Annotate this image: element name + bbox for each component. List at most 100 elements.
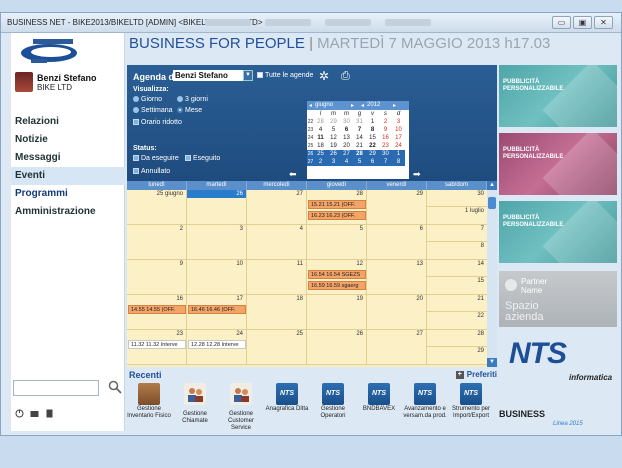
mc-day[interactable]: 1	[392, 150, 405, 158]
mc-day[interactable]: 29	[366, 150, 379, 158]
mini-calendar-year[interactable]: 2012	[367, 102, 380, 108]
event-item[interactable]: 11.32 11.32 Interve	[128, 340, 186, 349]
day-cell[interactable]: 12 16.54 16.54 SGEZS 16.59 16.59 sgaerg	[307, 260, 367, 294]
mc-day[interactable]: 25	[314, 150, 327, 158]
da-eseguire-checkbox[interactable]: Da eseguire	[133, 155, 179, 162]
recent-item[interactable]: NTS Gestione Operatori	[311, 383, 355, 420]
mini-calendar-month[interactable]: giugno	[315, 102, 333, 108]
sidebar-item-programmi[interactable]: Programmi	[11, 185, 125, 203]
day-cell[interactable]: 24 12.28 12.28 Interve	[187, 330, 247, 364]
radio-3giorni[interactable]: 3 giorni	[177, 96, 208, 103]
scroll-up-icon[interactable]: ▲	[487, 181, 497, 190]
mc-day[interactable]: 8	[366, 126, 379, 134]
day-cell[interactable]: 23 11.32 11.32 Interve	[127, 330, 187, 364]
radio-settimana[interactable]: Settimana	[133, 107, 173, 114]
ad-tile[interactable]: PUBBLICITÀ PERSONALIZZABILE	[499, 65, 617, 127]
event-item[interactable]: 16.23 16.23 (OFF.	[308, 211, 366, 220]
mc-day[interactable]: 28	[314, 118, 327, 126]
day-cell[interactable]: 29	[427, 347, 487, 364]
mc-day[interactable]: 4	[340, 158, 353, 166]
day-cell[interactable]: 27	[247, 190, 307, 224]
power-icon[interactable]	[15, 409, 24, 418]
mc-day[interactable]: 13	[340, 134, 353, 142]
close-button[interactable]: ✕	[594, 16, 613, 29]
day-cell[interactable]: 5	[307, 225, 367, 259]
radio-mese[interactable]: Mese	[177, 107, 202, 114]
mc-day[interactable]: 3	[327, 158, 340, 166]
day-cell[interactable]: 25	[247, 330, 307, 364]
recent-item[interactable]: NTS Avanzamento e versam.da prod.	[403, 383, 447, 420]
day-cell[interactable]: 13	[367, 260, 427, 294]
folder-icon[interactable]	[30, 409, 39, 418]
mc-day[interactable]: 24	[392, 142, 405, 150]
mc-day[interactable]: 2	[314, 158, 327, 166]
day-cell[interactable]: 19	[307, 295, 367, 329]
mc-day[interactable]: 10	[392, 126, 405, 134]
prev-arrow-icon[interactable]: ⬅	[289, 169, 297, 180]
day-cell[interactable]: 9	[127, 260, 187, 294]
scroll-thumb[interactable]	[488, 197, 496, 209]
recent-item[interactable]: Gestione Inventario Fisico	[127, 383, 171, 420]
day-cell[interactable]: 17 16.46 16.46 (OFF.	[187, 295, 247, 329]
day-cell[interactable]: 6	[367, 225, 427, 259]
mc-day[interactable]: 23	[379, 142, 392, 150]
ad-tile[interactable]: PUBBLICITÀ PERSONALIZZABILE	[499, 133, 617, 195]
sidebar-item-eventi[interactable]: Eventi	[11, 167, 125, 185]
day-cell[interactable]: 28	[427, 330, 487, 347]
recent-item[interactable]: NTS Strumento per Import/Export	[449, 383, 493, 420]
mc-day[interactable]: 14	[353, 134, 366, 142]
search-input[interactable]	[13, 380, 99, 396]
mc-day[interactable]: 20	[340, 142, 353, 150]
printer-icon[interactable]: ⎙	[341, 70, 353, 82]
next-arrow-icon[interactable]: ➡	[413, 169, 421, 180]
day-cell[interactable]: 22	[427, 312, 487, 329]
sidebar-item-notizie[interactable]: Notizie	[11, 131, 125, 149]
recent-item[interactable]: NTS Anagrafica Ditta	[265, 383, 309, 413]
mc-day[interactable]: 27	[340, 150, 353, 158]
mc-day[interactable]: 5	[353, 158, 366, 166]
ad-tile[interactable]: PUBBLICITÀ PERSONALIZZABILE	[499, 201, 617, 263]
event-item[interactable]: 16.59 16.59 sgaerg	[308, 281, 366, 290]
day-cell[interactable]: 7	[427, 225, 487, 242]
mc-day[interactable]: 4	[314, 126, 327, 134]
mc-day[interactable]: 7	[353, 126, 366, 134]
mc-day[interactable]: 6	[366, 158, 379, 166]
search-icon[interactable]	[107, 379, 123, 395]
day-cell[interactable]: 14	[427, 260, 487, 277]
day-cell[interactable]: 28 15.21 15.21 (OFF. 16.23 16.23 (OFF.	[307, 190, 367, 224]
mc-day[interactable]: 18	[314, 142, 327, 150]
prev-year-icon[interactable]: ◂	[361, 102, 364, 109]
user-box[interactable]: Benzi Stefano BIKE LTD	[13, 72, 123, 100]
day-cell[interactable]: 18	[247, 295, 307, 329]
mc-day[interactable]: 5	[327, 126, 340, 134]
event-item[interactable]: 16.46 16.46 (OFF.	[188, 305, 246, 314]
day-cell[interactable]: 2	[127, 225, 187, 259]
day-cell[interactable]: 20	[367, 295, 427, 329]
mc-day[interactable]: 7	[379, 158, 392, 166]
mc-day[interactable]: 15	[366, 134, 379, 142]
tutte-le-agende-checkbox[interactable]: Tutte le agende	[257, 72, 313, 79]
mc-day[interactable]: 22	[366, 142, 379, 150]
recent-item[interactable]: NTS BNDBAVEX	[357, 383, 401, 413]
event-item[interactable]: 15.21 15.21 (OFF.	[308, 200, 366, 209]
mc-day[interactable]: 16	[379, 134, 392, 142]
next-month-icon[interactable]: ▸	[351, 102, 354, 109]
day-cell[interactable]: 8	[427, 242, 487, 259]
orario-ridotto-checkbox[interactable]: Orario ridotto	[133, 119, 182, 126]
day-cell[interactable]: 27	[367, 330, 427, 364]
day-cell[interactable]: 11	[247, 260, 307, 294]
mc-day[interactable]: 17	[392, 134, 405, 142]
mc-day[interactable]: 1	[366, 118, 379, 126]
day-cell[interactable]: 15	[427, 277, 487, 294]
chevron-down-icon[interactable]: ▼	[243, 70, 253, 81]
sidebar-item-messaggi[interactable]: Messaggi	[11, 149, 125, 167]
eseguito-checkbox[interactable]: Eseguito	[185, 155, 220, 162]
prev-month-icon[interactable]: ◂	[309, 102, 312, 109]
next-year-icon[interactable]: ▸	[393, 102, 396, 109]
mc-day[interactable]: 6	[340, 126, 353, 134]
gear-icon[interactable]: ✲	[319, 70, 331, 82]
sidebar-item-relazioni[interactable]: Relazioni	[11, 113, 125, 131]
mc-day[interactable]: 9	[379, 126, 392, 134]
mc-day[interactable]: 8	[392, 158, 405, 166]
day-cell[interactable]: 4	[247, 225, 307, 259]
